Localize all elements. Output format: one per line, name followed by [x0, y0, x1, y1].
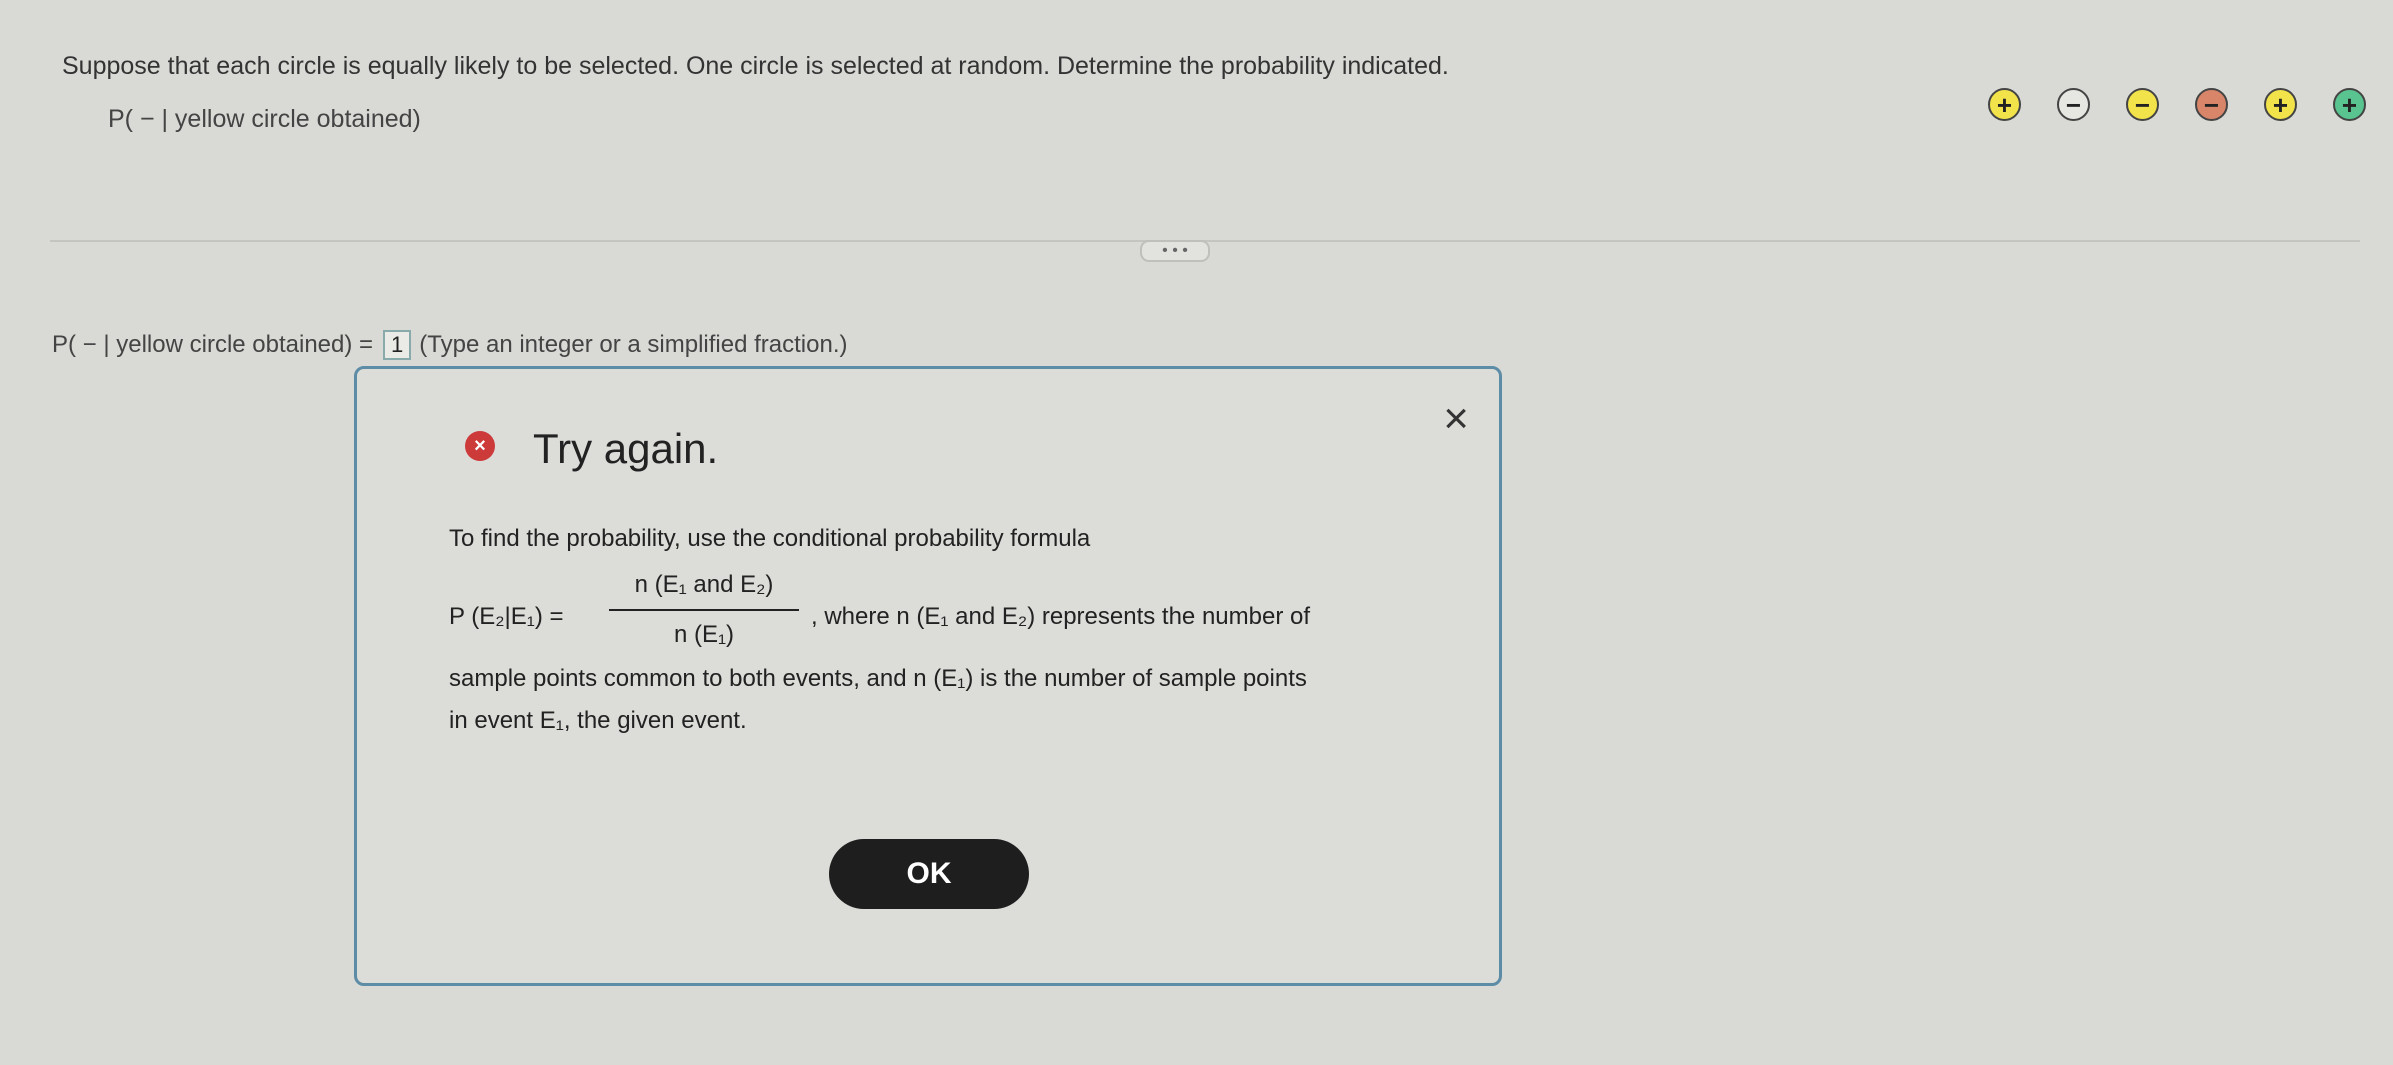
circle-set: + − − − + + [1988, 88, 2393, 121]
formula-numerator: n (E₁ and E₂) [634, 571, 774, 598]
feedback-dialog: × × Try again. To find the probability, … [354, 366, 1502, 986]
formula-fraction: n (E₁ and E₂) n (E₁) [609, 565, 799, 655]
circle-3: − [2126, 88, 2159, 121]
answer-line: P( − | yellow circle obtained) = 1 (Type… [52, 330, 848, 360]
dialog-line-1: To find the probability, use the conditi… [449, 525, 1091, 552]
formula-right: , where n (E₁ and E₂) represents the num… [811, 603, 1310, 630]
answer-prefix: P( − | yellow circle obtained) = [52, 331, 374, 358]
question-prompt: P( − | yellow circle obtained) [108, 105, 421, 133]
formula-denominator: n (E₁) [673, 621, 735, 648]
fraction-bar [609, 609, 799, 611]
answer-hint: (Type an integer or a simplified fractio… [419, 331, 848, 358]
circle-4: − [2195, 88, 2228, 121]
dialog-line-3: sample points common to both events, and… [449, 665, 1307, 692]
circle-2: − [2057, 88, 2090, 121]
dialog-title: Try again. [533, 425, 719, 472]
circle-5: + [2264, 88, 2297, 121]
answer-input[interactable]: 1 [383, 330, 412, 360]
ok-button[interactable]: OK [829, 839, 1029, 909]
circle-6: + [2333, 88, 2366, 121]
close-icon[interactable]: × [1443, 397, 1469, 441]
question-text: Suppose that each circle is equally like… [62, 52, 1449, 80]
formula-row: P (E₂|E₁) = n (E₁ and E₂) n (E₁) , where… [449, 565, 1449, 665]
expand-button[interactable]: • • • [1140, 240, 1210, 262]
dialog-line-4: in event E₁, the given event. [449, 707, 747, 734]
error-icon: × [465, 431, 495, 461]
formula-left: P (E₂|E₁) = [449, 603, 564, 630]
circle-1: + [1988, 88, 2021, 121]
